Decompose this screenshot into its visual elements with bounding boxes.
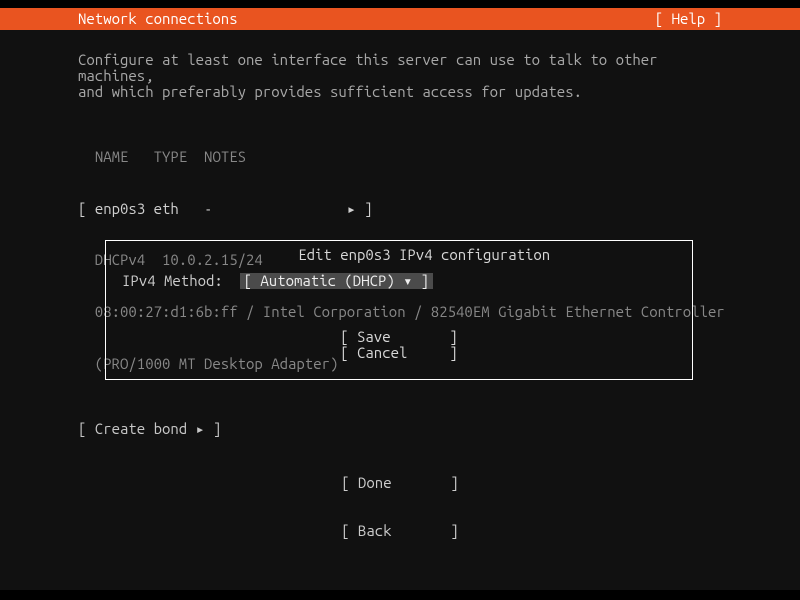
top-bar: Network connections [ Help ] [0, 8, 800, 30]
done-button[interactable]: [ Done ] [0, 475, 800, 491]
instructions-text: Configure at least one interface this se… [78, 52, 722, 99]
ipv4-method-label: IPv4 Method: [122, 273, 240, 289]
save-button[interactable]: [ Save ] [106, 329, 692, 345]
interface-row[interactable]: [ enp0s3 eth - ▸ ] [78, 200, 722, 217]
create-bond-button[interactable]: [ Create bond ▸ ] [78, 421, 722, 437]
ipv4-config-dialog: Edit enp0s3 IPv4 configuration IPv4 Meth… [105, 240, 693, 380]
table-header: NAME TYPE NOTES [78, 148, 722, 165]
page-title: Network connections [78, 11, 238, 27]
ipv4-method-dropdown[interactable]: [ Automatic (DHCP) ▾ ] [240, 273, 433, 289]
cancel-button[interactable]: [ Cancel ] [106, 345, 692, 361]
help-button[interactable]: [ Help ] [655, 11, 722, 27]
back-button[interactable]: [ Back ] [0, 523, 800, 539]
ipv4-method-row: IPv4 Method: [ Automatic (DHCP) ▾ ] [122, 273, 433, 289]
footer-buttons: [ Done ] [ Back ] [0, 443, 800, 570]
chevron-right-icon: ▸ [347, 200, 356, 217]
